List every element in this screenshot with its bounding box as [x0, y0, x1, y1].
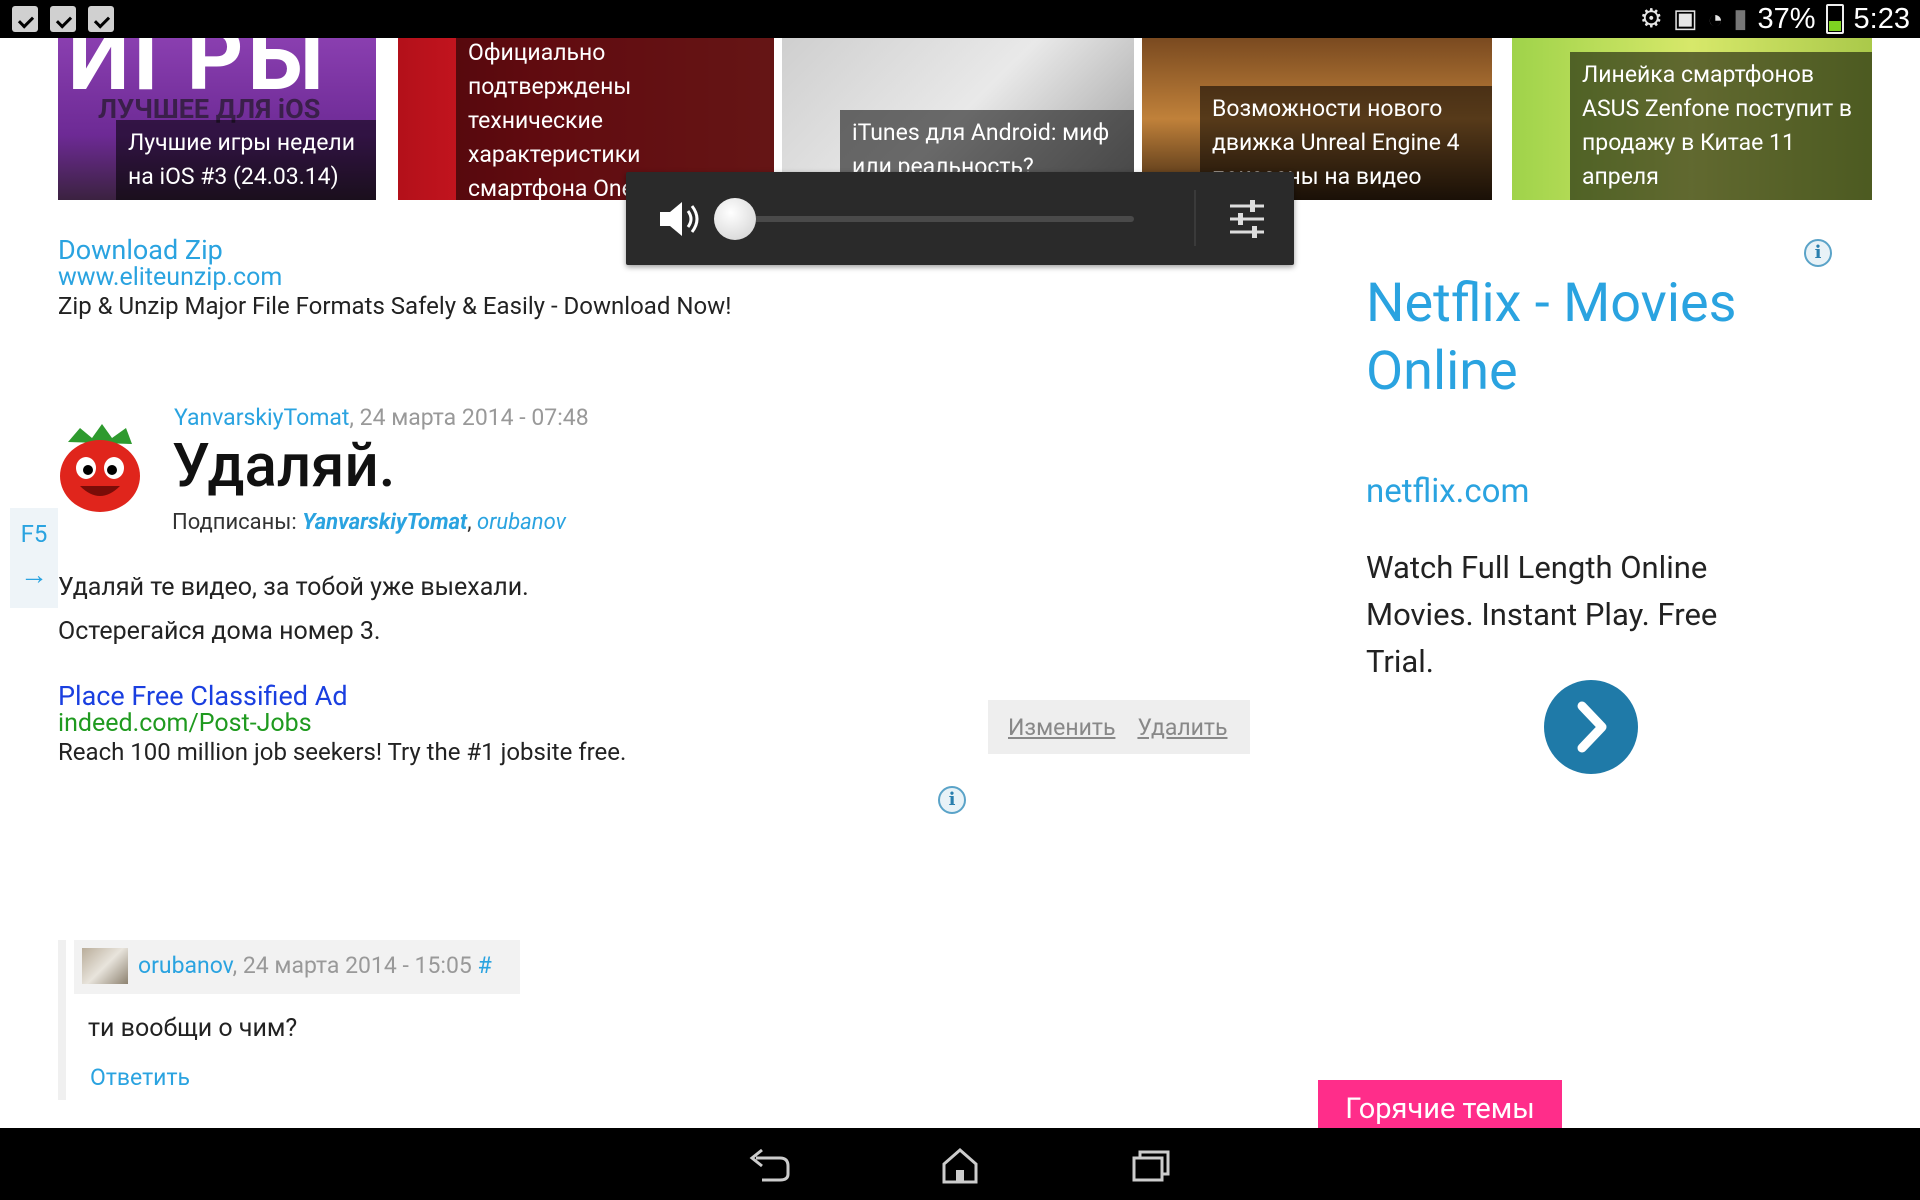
reply-meta: orubanov, 24 марта 2014 - 15:05 #: [138, 952, 492, 979]
comment-body: Удаляй те видео, за тобой уже выехали. О…: [58, 573, 529, 646]
reply-comment: orubanov, 24 марта 2014 - 15:05 # ти воо…: [58, 940, 1058, 1100]
comment-date: , 24 марта 2014 - 07:48: [349, 404, 589, 431]
status-bar: ⚙ ▣ ◔ ▮ 37% 5:23: [0, 0, 1920, 38]
text-ad[interactable]: Place Free Classified Ad indeed.com/Post…: [58, 682, 626, 766]
arrow-right-icon[interactable]: →: [10, 558, 58, 591]
delete-link[interactable]: Удалить: [1137, 714, 1227, 741]
ad-info-icon[interactable]: i: [938, 786, 966, 814]
ad-url[interactable]: indeed.com/Post-Jobs: [58, 710, 626, 738]
comment-meta: YanvarskiyTomat, 24 марта 2014 - 07:48: [174, 404, 589, 431]
ad-description: Reach 100 million job seekers! Try the #…: [58, 738, 627, 766]
sliders-settings-icon[interactable]: [1222, 194, 1272, 244]
news-caption[interactable]: Лучшие игры недели на iOS #3 (24.03.14): [116, 120, 376, 200]
recent-apps-icon[interactable]: [1124, 1144, 1180, 1186]
navigation-bar: [0, 1128, 1920, 1200]
ad-description: Zip & Unzip Major File Formats Safely & …: [58, 292, 732, 320]
news-card[interactable]: ИГРЫ ЛУЧШЕЕ ДЛЯ iOS Лучшие игры недели н…: [58, 38, 376, 200]
volume-slider-track[interactable]: [734, 216, 1134, 222]
ad-title[interactable]: Place Free Classified Ad: [58, 682, 626, 710]
speaker-icon[interactable]: [654, 196, 704, 242]
news-card[interactable]: Линейка смартфонов ASUS Zenfone поступит…: [1512, 38, 1872, 200]
comment-title: Удаляй.: [172, 430, 396, 501]
subscriber-link[interactable]: orubanov: [477, 510, 566, 535]
volume-panel: [626, 172, 1294, 265]
ad-info-icon[interactable]: i: [1804, 239, 1832, 267]
task-done-icon[interactable]: [12, 6, 38, 32]
wifi-icon: ◔: [1707, 4, 1724, 35]
subscribers-line: Подписаны: YanvarskiyTomat, orubanov: [172, 510, 566, 535]
subscriber-link[interactable]: YanvarskiyTomat: [302, 510, 467, 535]
comment-author-link[interactable]: YanvarskiyTomat: [174, 404, 349, 431]
ad-go-button[interactable]: [1544, 680, 1638, 774]
user-avatar[interactable]: [82, 948, 128, 984]
right-ad-description: Watch Full Length Online Movies. Instant…: [1366, 549, 1718, 680]
battery-percent: 37%: [1757, 2, 1816, 35]
refresh-side-tab[interactable]: F5 →: [10, 508, 58, 608]
edit-link[interactable]: Изменить: [1008, 714, 1115, 741]
volume-slider-handle[interactable]: [714, 198, 756, 240]
reply-button[interactable]: Ответить: [90, 1064, 190, 1091]
right-ad-url[interactable]: netflix.com: [1366, 472, 1529, 511]
hot-topics-button[interactable]: Горячие темы: [1318, 1080, 1562, 1128]
clock: 5:23: [1853, 2, 1910, 35]
divider: [1194, 190, 1196, 246]
reply-text: ти вообщи о чим?: [88, 1014, 298, 1043]
back-icon[interactable]: [742, 1144, 798, 1186]
signal-icon: ▮: [1733, 4, 1748, 34]
permalink[interactable]: #: [478, 952, 492, 979]
reply-author-link[interactable]: orubanov: [138, 952, 233, 979]
reply-date: , 24 марта 2014 - 15:05: [232, 952, 472, 979]
home-icon[interactable]: [932, 1144, 988, 1186]
comment-actions: Изменить Удалить: [988, 700, 1250, 754]
android-icon: ⚙: [1639, 4, 1663, 34]
ad-url[interactable]: www.eliteunzip.com: [58, 264, 731, 292]
refresh-label[interactable]: F5: [10, 520, 58, 548]
sd-card-error-icon: ▣: [1672, 4, 1698, 34]
task-done-icon[interactable]: [88, 6, 114, 32]
task-done-icon[interactable]: [50, 6, 76, 32]
user-avatar[interactable]: [58, 422, 142, 514]
chevron-right-icon: [1577, 701, 1607, 753]
subscribed-label: Подписаны:: [172, 510, 297, 535]
right-ad-title[interactable]: Netflix - Movies Online: [1366, 270, 1846, 406]
reply-header: orubanov, 24 марта 2014 - 15:05 #: [74, 940, 520, 994]
news-caption[interactable]: Линейка смартфонов ASUS Zenfone поступит…: [1570, 52, 1872, 200]
battery-icon: [1825, 4, 1844, 34]
